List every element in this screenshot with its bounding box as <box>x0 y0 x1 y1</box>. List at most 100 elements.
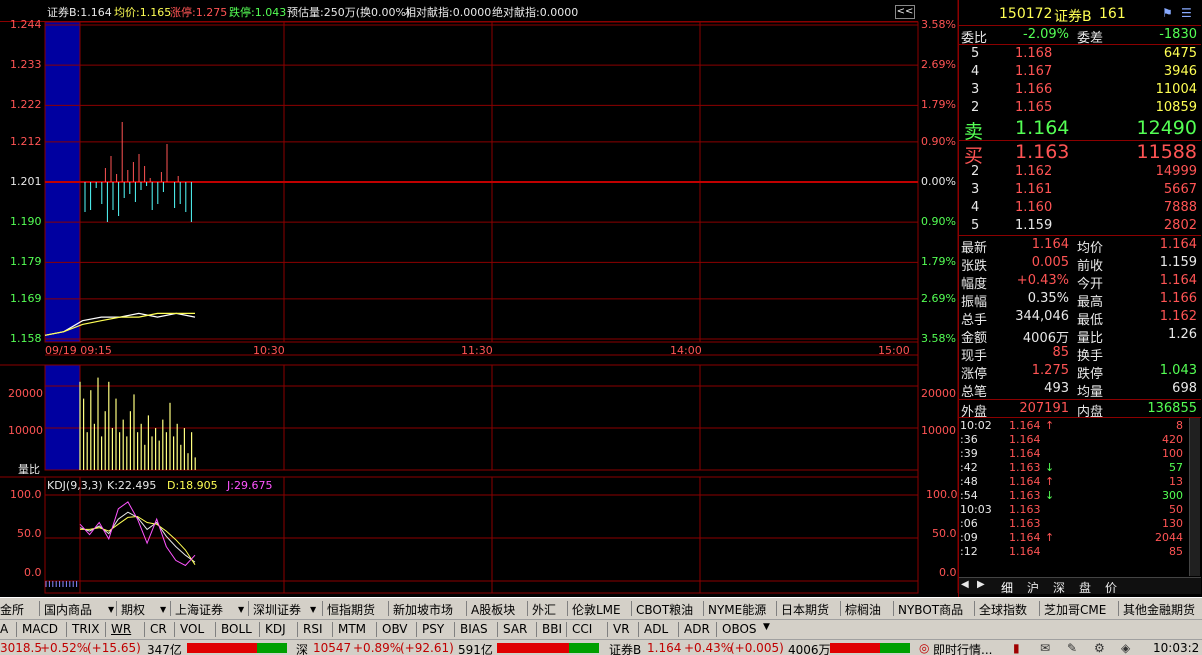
stat-value: 1.164 <box>1031 237 1069 252</box>
chevron-down-icon[interactable]: ▼ <box>238 605 244 614</box>
indicator-tab[interactable]: CR <box>150 622 167 636</box>
indicator-tab[interactable]: VR <box>613 622 630 636</box>
market-tab[interactable]: 金所 <box>0 601 24 618</box>
indicator-tab[interactable]: WR <box>111 622 131 636</box>
tick-tab-next-icon[interactable]: ▶ <box>977 579 985 590</box>
kdj-axis-left-50: 50.0 <box>17 527 42 540</box>
tick-row: 10:03 1.163 50 <box>959 503 1187 517</box>
market-tab[interactable]: 棕榈油 <box>845 601 881 618</box>
stat-value: 1.043 <box>1159 363 1197 378</box>
indicator-tab[interactable]: KDJ <box>265 622 286 636</box>
market-tab[interactable]: 全球指数 <box>979 601 1027 618</box>
bid-level: 2 <box>971 164 980 179</box>
market-tab[interactable]: NYBOT商品 <box>898 601 963 618</box>
market-tab[interactable]: 日本期货 <box>781 601 829 618</box>
realtime-icon[interactable]: ◎ <box>919 641 929 655</box>
market-tab[interactable]: 外汇 <box>532 601 556 618</box>
indicator-separator <box>566 622 567 637</box>
stock-menu-icon[interactable]: ☰ <box>1181 6 1192 20</box>
indicator-tab[interactable]: CCI <box>572 622 592 636</box>
stock-flag-icon[interactable]: ⚑ <box>1162 6 1173 20</box>
market-tab[interactable]: NYME能源 <box>708 601 766 618</box>
intraday-chart-area[interactable]: 证券B:1.164 均价:1.165 涨停:1.275 跌停:1.043 预估量… <box>0 0 958 597</box>
indicator-tab[interactable]: PSY <box>422 622 444 636</box>
indicator-tab[interactable]: ADL <box>644 622 668 636</box>
indicator-tab[interactable]: OBOS <box>722 622 757 636</box>
tick-time: :54 <box>960 489 978 502</box>
price-axis-left-label: 1.212 <box>10 134 42 148</box>
stock-name: 证券B <box>1054 9 1092 25</box>
chevron-down-icon[interactable]: ▼ <box>160 605 166 614</box>
sh-change-pts: (+15.65) <box>87 641 141 655</box>
market-tab[interactable]: 新加坡市场 <box>393 601 453 618</box>
market-tab[interactable]: 深圳证券 <box>253 601 301 618</box>
ask-level-2: 2 1.165 10859 <box>959 99 1201 117</box>
indicator-tab[interactable]: A <box>0 622 8 636</box>
tool-icon-3[interactable]: ⚙ <box>1094 641 1105 655</box>
indicator-tab[interactable]: SAR <box>503 622 527 636</box>
stat-value: 1.275 <box>1031 363 1069 378</box>
outer-inner-row: 外盘 207191 内盘 136855 <box>959 400 1201 420</box>
indicator-tab[interactable]: ADR <box>684 622 710 636</box>
indicator-tab[interactable]: OBV <box>382 622 408 636</box>
bid-level: 4 <box>971 200 980 215</box>
tick-arrow: ↑ <box>1045 531 1055 544</box>
tick-tab[interactable]: 盘 <box>1079 579 1091 596</box>
tick-tab[interactable]: 价 <box>1105 579 1117 596</box>
bid-level-3: 3 1.161 5667 <box>959 181 1201 199</box>
menu-separator <box>322 601 323 616</box>
tool-icon-4[interactable]: ◈ <box>1121 641 1130 655</box>
volume-axis-right-10000: 10000 <box>921 424 956 437</box>
market-tab[interactable]: 芝加哥CME <box>1044 601 1106 618</box>
market-tab[interactable]: 国内商品 <box>44 601 92 618</box>
bid-level-5: 5 1.159 2802 <box>959 217 1201 235</box>
tick-tab[interactable]: 细 <box>1001 579 1013 596</box>
market-tab[interactable]: CBOT粮油 <box>636 601 693 618</box>
sz-breadth-up-bar <box>497 643 569 653</box>
chevron-down-icon[interactable]: ▼ <box>108 605 114 614</box>
market-tab[interactable]: 伦敦LME <box>572 601 621 618</box>
stat-row: 幅度 +0.43% 今开 1.164 <box>959 272 1201 292</box>
indicator-tab[interactable]: BOLL <box>221 622 252 636</box>
indicator-tab[interactable]: MTM <box>338 622 366 636</box>
tick-volume: 50 <box>1169 503 1183 516</box>
market-tab[interactable]: A股板块 <box>471 601 515 618</box>
indicator-separator <box>16 622 17 637</box>
market-tab[interactable]: 期权 <box>121 601 145 618</box>
market-tab[interactable]: 恒指期货 <box>327 601 375 618</box>
menu-separator <box>974 601 975 616</box>
price-axis-left-label: 1.179 <box>10 255 42 269</box>
indicator-separator <box>259 622 260 637</box>
indicator-separator <box>416 622 417 637</box>
tick-tab[interactable]: 沪 <box>1027 579 1039 596</box>
tick-volume: 13 <box>1169 475 1183 488</box>
tick-scrollbar[interactable] <box>1189 418 1200 576</box>
sh-change-pct: +0.52% <box>40 641 89 655</box>
kdj-axis-left-0: 0.0 <box>24 566 42 579</box>
tool-icon-1[interactable]: ✉ <box>1040 641 1050 655</box>
tick-tabs: ◀ ▶ 细沪深盘价 <box>959 577 1201 596</box>
kdj-axis-left-100: 100.0 <box>10 488 42 501</box>
chevron-down-icon[interactable]: ▼ <box>310 605 316 614</box>
more-indicators-icon[interactable]: ▼ <box>763 622 770 632</box>
indicator-tab[interactable]: VOL <box>180 622 204 636</box>
tick-tab[interactable]: 深 <box>1053 579 1065 596</box>
market-tab[interactable]: 上海证券 <box>175 601 223 618</box>
price-axis-left-label: 1.244 <box>10 18 42 31</box>
indicator-tab[interactable]: MACD <box>22 622 58 636</box>
stat-row: 振幅 0.35% 最高 1.166 <box>959 290 1201 310</box>
weibi-row: 委比 -2.09% 委差 -1830 <box>959 26 1201 46</box>
tick-tab-prev-icon[interactable]: ◀ <box>961 579 969 590</box>
tool-icon-2[interactable]: ✎ <box>1067 641 1077 655</box>
indicator-tab[interactable]: TRIX <box>72 622 99 636</box>
indicator-tab[interactable]: RSI <box>303 622 323 636</box>
price-axis-right-label: 3.58% <box>921 18 956 31</box>
trash-icon[interactable]: ▮ <box>1013 641 1020 655</box>
bid-price: 1.161 <box>1015 182 1053 197</box>
indicator-tab[interactable]: BIAS <box>460 622 488 636</box>
realtime-link[interactable]: 即时行情... <box>933 641 992 655</box>
market-tab[interactable]: 其他金融期货 <box>1123 601 1195 618</box>
indicator-tab[interactable]: BBI <box>542 622 562 636</box>
sz-label: 深 <box>296 643 309 655</box>
tick-price: 1.164 <box>1009 545 1041 558</box>
